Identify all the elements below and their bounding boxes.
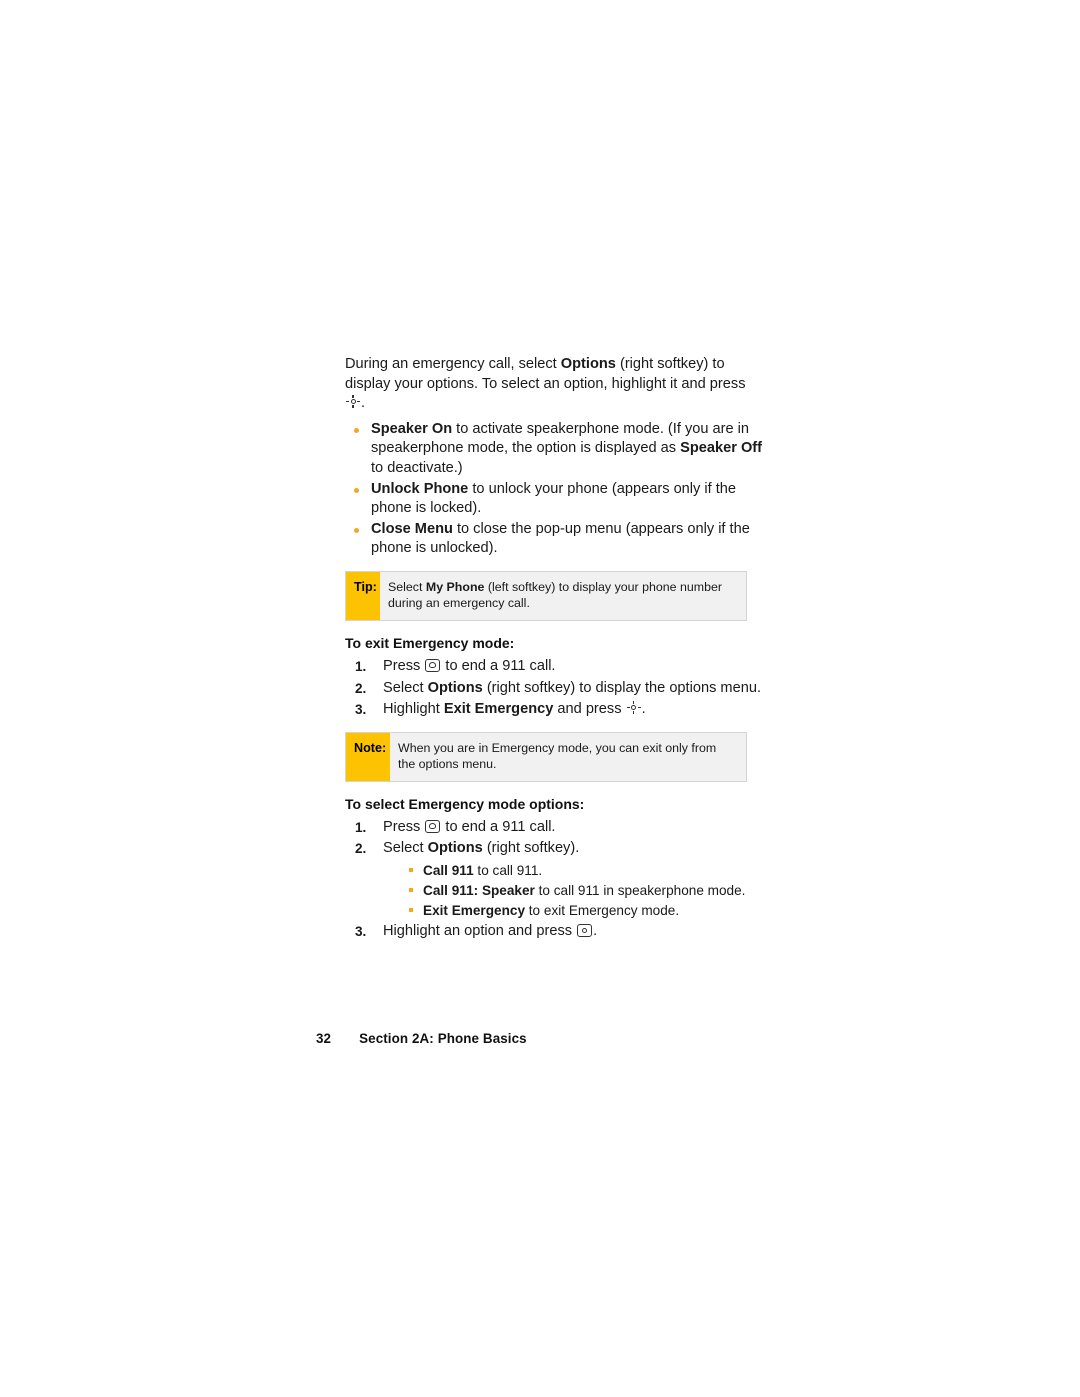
options-bullet-list: Speaker On to activate speakerphone mode…: [345, 420, 765, 559]
square-bullet-icon: [409, 887, 413, 892]
step-item: 1. Press to end a 911 call.: [345, 818, 765, 838]
sub-bullet-item: Call 911: Speaker to call 911 in speaker…: [401, 881, 765, 900]
bullet-item: Unlock Phone to unlock your phone (appea…: [345, 480, 765, 519]
tip-myphone-bold: My Phone: [425, 579, 485, 594]
step-bold: Exit Emergency: [443, 701, 554, 718]
bullet-dot-icon: [354, 527, 359, 533]
bullet-dot-icon: [354, 487, 359, 493]
step-bold: Options: [427, 679, 483, 696]
step-number: 1.: [355, 819, 367, 835]
step-item: 3. Highlight an option and press .: [345, 922, 765, 942]
bullet-item: Speaker On to activate speakerphone mode…: [345, 420, 765, 479]
bullet-bold-1: Unlock Phone: [371, 480, 469, 497]
ok-key-icon: [577, 923, 593, 937]
nav-key-icon: [626, 701, 641, 715]
step-text-b: to end a 911 call.: [441, 657, 556, 674]
page-footer: 32 Section 2A: Phone Basics: [316, 1031, 527, 1046]
square-bullet-icon: [409, 907, 413, 912]
step-item: 1. Press to end a 911 call.: [345, 657, 765, 677]
step-text-a: Highlight an option and press: [383, 922, 577, 939]
sub-bullet-bold: Exit Emergency: [423, 902, 525, 918]
sub-bullet-item: Call 911 to call 911.: [401, 861, 765, 880]
sub-bullet-text: to exit Emergency mode.: [525, 902, 680, 918]
bullet-bold-2: Speaker Off: [680, 440, 763, 457]
tip-callout-label: Tip:: [346, 571, 380, 620]
step-text-b: and press: [553, 701, 626, 718]
sub-bullet-item: Exit Emergency to exit Emergency mode.: [401, 901, 765, 920]
step-text-b: .: [593, 922, 598, 939]
step-bold: Options: [427, 840, 483, 857]
bullet-text-2: to deactivate.): [371, 459, 463, 476]
exit-emergency-steps: 1. Press to end a 911 call. 2. Select Opti…: [345, 657, 765, 720]
step-text-b: to end a 911 call.: [441, 818, 556, 835]
end-key-icon: [425, 658, 441, 672]
step-number: 1.: [355, 658, 367, 674]
step-text-b: (right softkey).: [482, 840, 580, 857]
step-item: 3. Highlight Exit Emergency and press .: [345, 700, 765, 720]
sub-bullet-text: to call 911 in speakerphone mode.: [534, 882, 746, 898]
document-page: During an emergency call, select Options…: [0, 0, 1080, 1397]
step-number: 3.: [355, 702, 367, 718]
intro-paragraph: During an emergency call, select Options…: [345, 355, 765, 414]
page-number: 32: [316, 1031, 332, 1046]
step-text-a: Select: [383, 679, 428, 696]
step-text-a: Highlight: [383, 701, 444, 718]
bullet-item: Close Menu to close the pop-up menu (app…: [345, 520, 765, 559]
intro-options-bold: Options: [560, 356, 616, 372]
note-callout-body: When you are in Emergency mode, you can …: [398, 740, 717, 772]
emergency-option-sub-list: Call 911 to call 911. Call 911: Speaker …: [383, 861, 765, 920]
intro-text-part-3: .: [361, 395, 366, 412]
bullet-bold-1: Speaker On: [371, 420, 453, 437]
step-number: 2.: [355, 841, 367, 857]
select-emergency-options-heading: To select Emergency mode options:: [345, 795, 585, 812]
step-text-a: Select: [383, 840, 428, 857]
nav-key-icon: [346, 395, 360, 409]
select-emergency-steps: 1. Press to end a 911 call. 2. Select Opti…: [345, 818, 765, 942]
step-number: 3.: [355, 923, 367, 939]
sub-bullet-text: to call 911.: [473, 862, 543, 878]
page-content: During an emergency call, select Options…: [345, 355, 765, 944]
footer-section-title: Section 2A: Phone Basics: [359, 1031, 527, 1046]
tip-callout-body: Select My Phone (left softkey) to displa…: [380, 572, 746, 620]
step-text-b: (right softkey) to display the options m…: [482, 679, 761, 696]
intro-text-part-1: During an emergency call, select: [345, 356, 561, 372]
sub-bullet-bold: Call 911: Speaker: [423, 882, 535, 898]
note-callout: Note: When you are in Emergency mode, yo…: [345, 731, 747, 782]
step-item: 2. Select Options (right softkey) to disp…: [345, 679, 765, 699]
square-bullet-icon: [409, 867, 413, 872]
end-key-icon: [425, 819, 441, 833]
bullet-bold-1: Close Menu: [371, 520, 453, 537]
exit-emergency-heading: To exit Emergency mode:: [345, 634, 515, 651]
step-number: 2.: [355, 680, 367, 696]
note-callout-label: Note:: [346, 732, 390, 781]
step-text-a: Press: [383, 818, 425, 835]
step-text-c: .: [641, 701, 646, 718]
tip-callout: Tip: Select My Phone (left softkey) to d…: [345, 570, 747, 621]
step-item: 2. Select Options (right softkey). Call 9…: [345, 839, 765, 920]
sub-bullet-bold: Call 911: [423, 862, 474, 878]
tip-text-part-1: Select: [388, 579, 426, 594]
step-text-a: Press: [383, 657, 425, 674]
bullet-dot-icon: [354, 427, 359, 433]
